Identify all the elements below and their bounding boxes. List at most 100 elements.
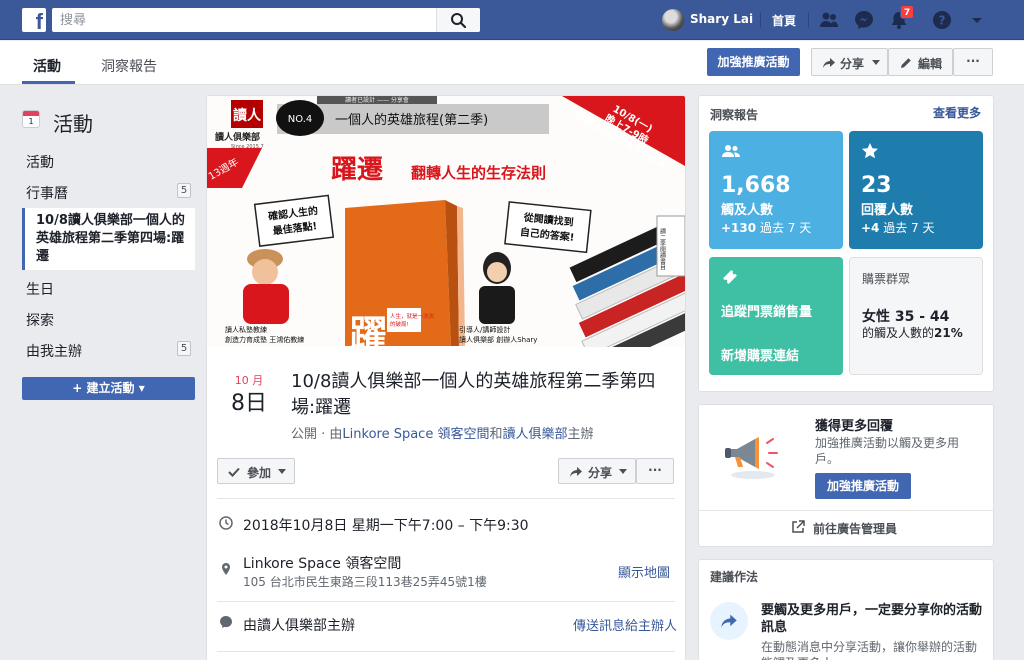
- tip-share-icon: [710, 602, 748, 640]
- divider: [217, 651, 675, 652]
- home-link[interactable]: 首頁: [772, 12, 796, 29]
- friends-icon[interactable]: [818, 9, 840, 31]
- share-label: 分享: [840, 57, 865, 71]
- svg-text:引導人/講師設計: 引導人/講師設計: [459, 325, 510, 334]
- svg-text:的破局!: 的破局!: [390, 320, 409, 328]
- club-name: 讀人俱樂部: [215, 131, 260, 143]
- message-host-link[interactable]: 傳送訊息給主辦人: [573, 615, 677, 634]
- host-link-linkore[interactable]: Linkore Space 領客空間: [342, 427, 489, 442]
- caret-down-icon[interactable]: [966, 9, 988, 31]
- see-more-link[interactable]: 查看更多: [933, 104, 981, 121]
- boost-event-button[interactable]: 加強推廣活動: [707, 48, 800, 76]
- event-privacy-hosts: 公開 · 由Linkore Space 領客空間和讀人俱樂部主辦: [291, 427, 594, 442]
- sidebar-item-discover[interactable]: 探索: [26, 310, 54, 330]
- promo-boost-button[interactable]: 加強推廣活動: [815, 473, 911, 499]
- tab-insights[interactable]: 洞察報告: [101, 56, 157, 76]
- pencil-icon: [901, 58, 911, 68]
- search-box: [52, 8, 480, 32]
- responses-label: 回覆人數: [861, 203, 914, 218]
- series-title: 一個人的英雄旅程(第二季): [335, 112, 488, 128]
- ticket-sales-tile[interactable]: 追蹤門票銷售量 新增購票連結: [709, 257, 843, 375]
- megaphone-icon: [725, 437, 778, 479]
- caret-down-icon: [872, 60, 880, 65]
- sidebar-item-birthdays[interactable]: 生日: [26, 279, 54, 299]
- facebook-logo-icon[interactable]: f: [22, 8, 46, 32]
- episode-number: NO.4: [288, 114, 313, 125]
- svg-text:?: ?: [939, 14, 946, 28]
- event-day: 8日: [231, 391, 267, 416]
- reach-tile[interactable]: 1,668 觸及人數 +130 過去 7 天: [709, 131, 843, 249]
- event-venue[interactable]: Linkore Space 領客空間: [243, 553, 401, 573]
- insights-card: 洞察報告 查看更多 1,668 觸及人數 +130 過去 7 天 23 回覆人數…: [698, 95, 994, 392]
- clock-icon: [219, 516, 233, 530]
- edit-button[interactable]: 編輯: [888, 48, 953, 76]
- sidebar-item-events[interactable]: 活動: [26, 152, 54, 172]
- share-arrow-icon: [570, 467, 582, 477]
- svg-text:讀人俱樂部 創辦人Shary: 讀人俱樂部 創辦人Shary: [459, 335, 537, 344]
- responses-delta: +4 過去 7 天: [861, 221, 935, 235]
- ads-manager-link[interactable]: 前往廣告管理員: [813, 520, 897, 537]
- divider: [217, 601, 675, 602]
- share-button[interactable]: 分享: [811, 48, 888, 76]
- join-button[interactable]: 參加: [217, 458, 295, 484]
- promo-desc: 加強推廣活動以觸及更多用戶。: [815, 436, 960, 466]
- reach-value: 1,668: [721, 173, 791, 198]
- user-avatar[interactable]: [662, 9, 684, 31]
- page-tab-bar: 活動 洞察報告 加強推廣活動 分享 編輯 ···: [0, 41, 1024, 85]
- notification-badge: 7: [900, 5, 914, 19]
- more-options-button[interactable]: ···: [953, 48, 993, 76]
- host-link-club[interactable]: 讀人俱樂部: [502, 427, 567, 442]
- search-button[interactable]: [436, 8, 480, 32]
- promo-card: 獲得更多回覆 加強推廣活動以觸及更多用戶。 加強推廣活動 前往廣告管理員: [698, 404, 994, 547]
- audience-header: 購票群眾: [862, 272, 911, 286]
- create-event-button[interactable]: + 建立活動 ▾: [22, 377, 195, 400]
- people-icon: [722, 145, 740, 157]
- cover-artwork: 讀者已設計 —— 分享會 讀人 讀人俱樂部 Since 2015.7 NO.4 …: [207, 96, 685, 347]
- messenger-icon[interactable]: [853, 9, 875, 31]
- sidebar-count-hosting: 5: [177, 341, 191, 356]
- search-input[interactable]: [52, 8, 440, 32]
- svg-text:讀人私塾教練: 讀人私塾教練: [225, 325, 267, 334]
- promo-title: 獲得更多回覆: [815, 419, 894, 434]
- reach-delta: +130 過去 7 天: [721, 221, 812, 235]
- ticket-sales-label: 追蹤門票銷售量: [721, 305, 813, 320]
- event-datetime[interactable]: 2018年10月8日 星期一下午7:00 – 下午9:30: [243, 515, 529, 535]
- event-address: 105 台北市民生東路三段113巷25弄45號1樓: [243, 575, 487, 589]
- event-organizer: 由讀人俱樂部主辦: [243, 618, 355, 634]
- audience-tile[interactable]: 購票群眾 女性 35 - 44 的觸及人數的21%: [849, 257, 983, 375]
- insights-header: 洞察報告: [710, 108, 759, 122]
- sidebar-item-hosting[interactable]: 由我主辦: [26, 341, 82, 361]
- search-icon: [451, 13, 467, 29]
- tips-header: 建議作法: [710, 570, 759, 584]
- add-ticket-link[interactable]: 新增購票連結: [721, 345, 799, 364]
- help-icon[interactable]: ?: [931, 9, 953, 31]
- external-link-icon: [792, 520, 805, 533]
- event-share-button[interactable]: 分享: [558, 458, 636, 484]
- edit-label: 編輯: [918, 57, 943, 71]
- book-title: 躍遷: [343, 314, 387, 347]
- event-cover-photo[interactable]: 讀者已設計 —— 分享會 讀人 讀人俱樂部 Since 2015.7 NO.4 …: [207, 96, 685, 347]
- responses-tile[interactable]: 23 回覆人數 +4 過去 7 天: [849, 131, 983, 249]
- cover-top-strip: 讀者已設計 —— 分享會: [345, 96, 409, 104]
- cover-main-title: 躍遷: [331, 155, 383, 185]
- profile-link[interactable]: Shary Lai: [690, 12, 753, 26]
- calendar-icon: 1: [22, 110, 40, 128]
- sidebar-count-calendar: 5: [177, 183, 191, 198]
- show-map-link[interactable]: 顯示地圖: [618, 562, 670, 581]
- svg-text:人生，就是一次次: 人生，就是一次次: [390, 312, 435, 320]
- top-navigation-bar: f Shary Lai 首頁 7 ?: [0, 0, 1024, 40]
- responses-value: 23: [861, 173, 892, 198]
- books-side-label: 讀二季閱讀書目: [659, 227, 666, 271]
- sidebar-item-calendar[interactable]: 行事曆: [26, 183, 68, 203]
- event-title: 10/8讀人俱樂部一個人的英雄旅程第二季第四場:躍遷: [291, 371, 656, 418]
- event-more-button[interactable]: ···: [636, 458, 674, 484]
- tip-title: 要觸及更多用戶，一定要分享你的活動訊息: [761, 603, 983, 635]
- event-privacy: 公開 · 由: [291, 427, 343, 442]
- ticket-icon: [723, 270, 737, 284]
- nav-divider: [760, 12, 761, 28]
- caret-down-icon: [278, 469, 286, 474]
- tab-events[interactable]: 活動: [33, 56, 61, 76]
- share-arrow-icon: [823, 58, 835, 68]
- caret-down-icon: [619, 469, 627, 474]
- star-icon: [862, 143, 878, 159]
